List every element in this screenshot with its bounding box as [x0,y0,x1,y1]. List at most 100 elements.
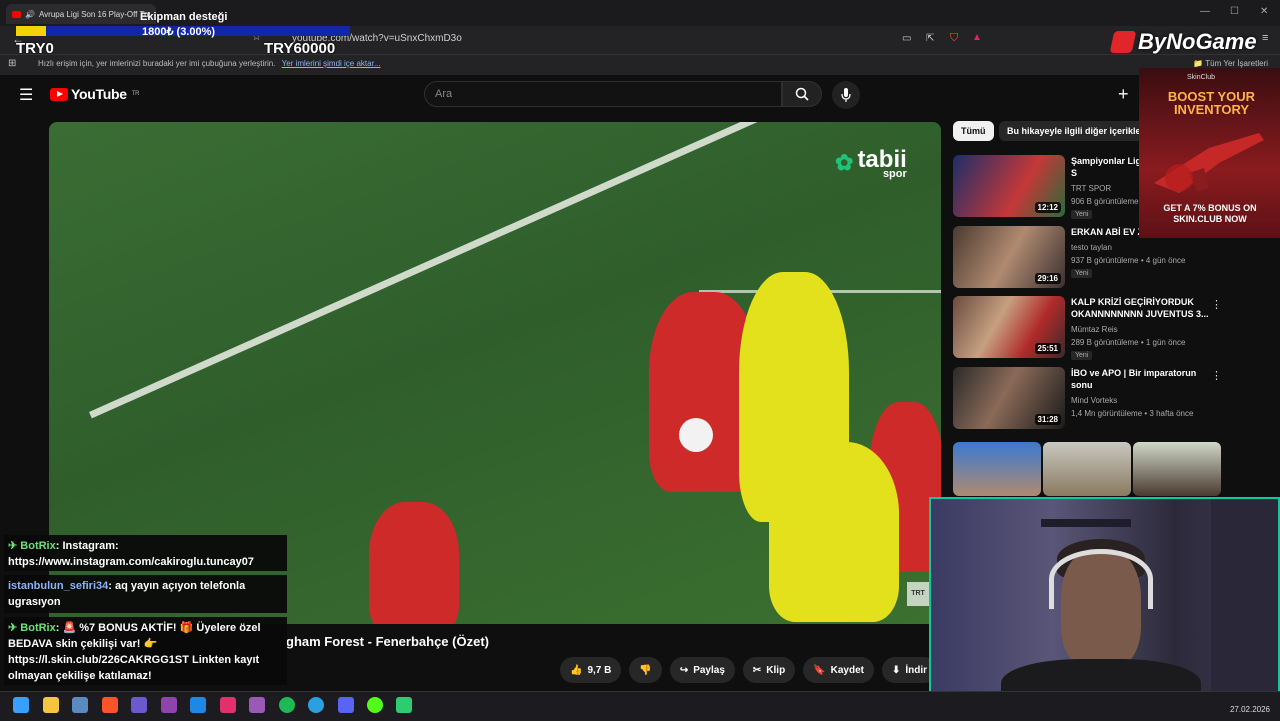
brave-shield-icon[interactable]: ⛉ [950,32,958,45]
trt-badge: TRT [907,582,929,606]
photos-icon[interactable] [72,697,88,713]
bookmarks-hint-text: Hızlı erişim için, yer imlerinizi burada… [38,59,276,68]
more-options-icon[interactable]: ⋮ [1211,369,1222,382]
chat-user: istanbulun_sefiri34 [8,580,109,592]
cast-icon[interactable]: ▭ [902,33,911,44]
pen-app-icon[interactable] [249,697,265,713]
shorts-thumbnail[interactable] [953,442,1041,496]
microphone-icon [841,88,851,102]
search-input[interactable]: Ara [424,81,782,107]
chip-related[interactable]: Bu hikayeyle ilgili diğer içerikler [999,121,1153,141]
minimize-icon[interactable]: — [1200,6,1210,17]
like-button[interactable]: 👍 9,7 B [560,657,622,683]
clip-button[interactable]: ✂ Klip [742,657,796,683]
recommended-video[interactable]: 25:51 KALP KRİZİ GEÇİRİYORDUK OKANNNNNNN… [953,296,1273,360]
video-thumbnail[interactable]: 31:28 [953,367,1065,429]
telegram-icon[interactable] [308,697,324,713]
chat-user: BotRix [20,622,56,634]
chat-username: ✈ BotRix [8,622,56,634]
close-icon[interactable]: ✕ [1260,6,1268,17]
video-duration: 12:12 [1034,202,1061,213]
tab-title: Avrupa Ligi Son 16 Play-Off Tu [38,9,149,19]
browser-tab[interactable]: 🔊 Avrupa Ligi Son 16 Play-Off Tu [6,4,156,24]
goal-start: TRY0 [16,40,54,57]
speaker-icon[interactable]: 🔊 [25,10,35,19]
video-title[interactable]: İBO ve APO | Bir imparatorun sonu [1071,367,1211,391]
voice-search-button[interactable] [832,81,860,109]
video-title[interactable]: KALP KRİZİ GEÇİRİYORDUK OKANNNNNNNN JUVE… [1071,296,1211,320]
instagram-icon[interactable] [220,697,236,713]
chip-all[interactable]: Tümü [953,121,994,141]
headset-icon [1049,549,1153,609]
share-icon[interactable]: ⇱ [926,33,934,44]
all-bookmarks[interactable]: 📁 Tüm Yer İşaretleri [1193,59,1268,68]
video-thumbnail[interactable]: 25:51 [953,296,1065,358]
youtube-logo[interactable]: YouTube TR [50,86,139,102]
download-label: İndir [905,664,928,676]
save-button[interactable]: 🔖 Kaydet [803,657,874,683]
file-explorer-icon[interactable] [43,697,59,713]
paint-icon[interactable] [131,697,147,713]
sponsor-logo: ByNoGame [1109,29,1257,55]
video-actions: 👍 9,7 B 👎 ↪ Paylaş ✂ Klip 🔖 Kaydet ⬇ İndir [560,657,938,683]
thumbs-down-icon: 👎 [639,664,652,676]
search-button[interactable] [782,81,822,107]
maximize-icon[interactable]: ☐ [1230,6,1239,17]
channel-name[interactable]: Mümtaz Reis [1071,325,1118,334]
donation-progress-text: 1800₺ (3.00%) [142,26,216,38]
share-arrow-icon: ↪ [679,664,689,676]
streaming-app-icon[interactable] [396,697,412,713]
ad-brand: SkinClub [1187,74,1216,81]
recommended-video[interactable]: 31:28 İBO ve APO | Bir imparatorun sonu … [953,367,1273,431]
discord-icon[interactable] [338,697,354,713]
brave-rewards-icon[interactable]: ▲ [972,32,982,43]
player-red [369,502,459,624]
menu-icon[interactable]: ≡ [1262,32,1268,44]
chat-message: ✈ BotRix: 🚨 %7 BONUS AKTİF! 🎁 Üyelere öz… [4,617,287,685]
chat-message: ✈ BotRix: Instagram: https://www.instagr… [4,535,287,571]
donation-title: Ekipman desteği [140,11,228,23]
rifle-icon [1154,133,1264,193]
video-meta: 289 B görüntüleme • 1 gün önce [1071,338,1186,347]
dislike-button[interactable]: 👎 [629,657,662,683]
shorts-thumbnail[interactable] [1133,442,1221,496]
ad-headline: BOOST YOUR INVENTORY [1167,89,1256,117]
spotify-icon[interactable] [279,697,295,713]
apps-grid-icon[interactable]: ⊞ [8,58,16,69]
video-duration: 29:16 [1034,273,1061,284]
skinclub-ad[interactable]: SkinClub BOOST YOUR INVENTORY GET A 7% B… [1139,68,1280,238]
share-button[interactable]: ↪ Paylaş [669,657,735,683]
bookmarks-hint: Hızlı erişim için, yer imlerinizi burada… [38,59,381,68]
video-meta: 937 B görüntüleme • 4 gün önce [1071,256,1186,265]
bookmark-icon: 🔖 [813,664,826,676]
scissors-icon: ✂ [752,664,762,676]
taskbar-date: 27.02.2026 [1229,705,1270,714]
channel-name[interactable]: Mind Vorteks [1071,396,1117,405]
brave-browser-icon[interactable] [102,697,118,713]
channel-name[interactable]: TRT SPOR [1071,184,1111,193]
vscode-icon[interactable] [190,697,206,713]
more-options-icon[interactable]: ⋮ [1211,298,1222,311]
video-thumbnail[interactable]: 12:12 [953,155,1065,217]
channel-name[interactable]: testo taylan [1071,243,1112,252]
player-yellow [769,442,899,622]
import-bookmarks-link[interactable]: Yer imlerini şimdi içe aktar... [282,59,381,68]
video-duration: 31:28 [1034,414,1061,425]
shorts-thumbnail[interactable] [1043,442,1131,496]
new-badge: Yeni [1071,269,1093,278]
video-thumbnail[interactable]: 29:16 [953,226,1065,288]
hamburger-menu-icon[interactable]: ☰ [19,85,33,105]
visual-studio-icon[interactable] [161,697,177,713]
create-plus-icon[interactable]: + [1118,84,1129,105]
kick-icon[interactable] [367,697,383,713]
windows-start-icon[interactable] [13,697,29,713]
video-meta: 1,4 Mn görüntüleme • 3 hafta önce [1071,409,1194,418]
like-count: 9,7 B [587,664,612,676]
tabii-logo-icon: ✿ [835,150,854,175]
football [679,418,713,452]
video-meta: 906 B görüntüleme [1071,197,1139,206]
youtube-logo-text: YouTube [71,86,127,102]
chat-user: BotRix [20,540,56,552]
share-label: Paylaş [693,664,725,676]
new-badge: Yeni [1071,210,1093,219]
